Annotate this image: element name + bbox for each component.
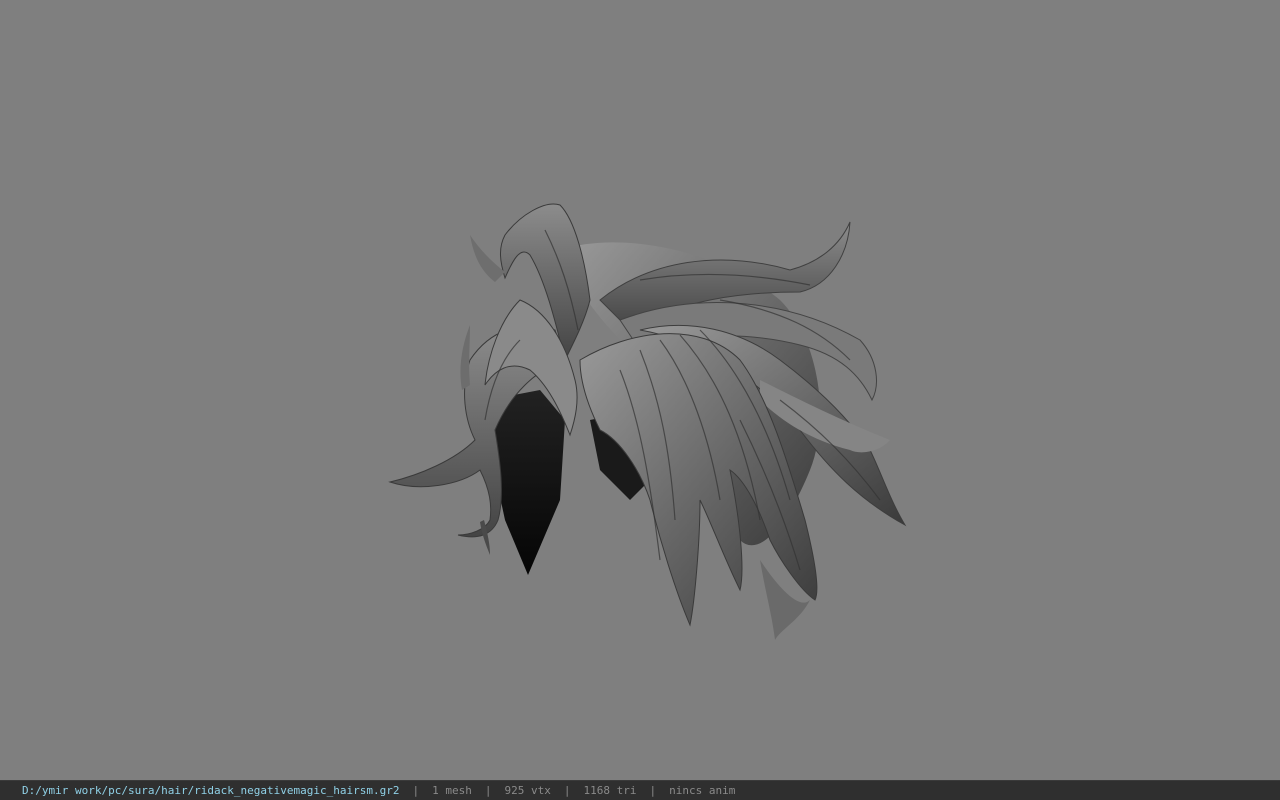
3d-viewport[interactable] — [0, 0, 1280, 780]
hair-model-render — [388, 203, 907, 640]
separator: | — [649, 784, 657, 797]
file-path: D:/ymir work/pc/sura/hair/ridack_negativ… — [22, 784, 400, 797]
vertex-count: 925 vtx — [504, 784, 551, 797]
mesh-count: 1 mesh — [432, 784, 472, 797]
separator: | — [412, 784, 420, 797]
status-bar: D:/ymir work/pc/sura/hair/ridack_negativ… — [0, 780, 1280, 800]
separator: | — [484, 784, 492, 797]
animation-status: nincs anim — [669, 784, 736, 797]
triangle-count: 1168 tri — [583, 784, 637, 797]
separator: | — [563, 784, 571, 797]
